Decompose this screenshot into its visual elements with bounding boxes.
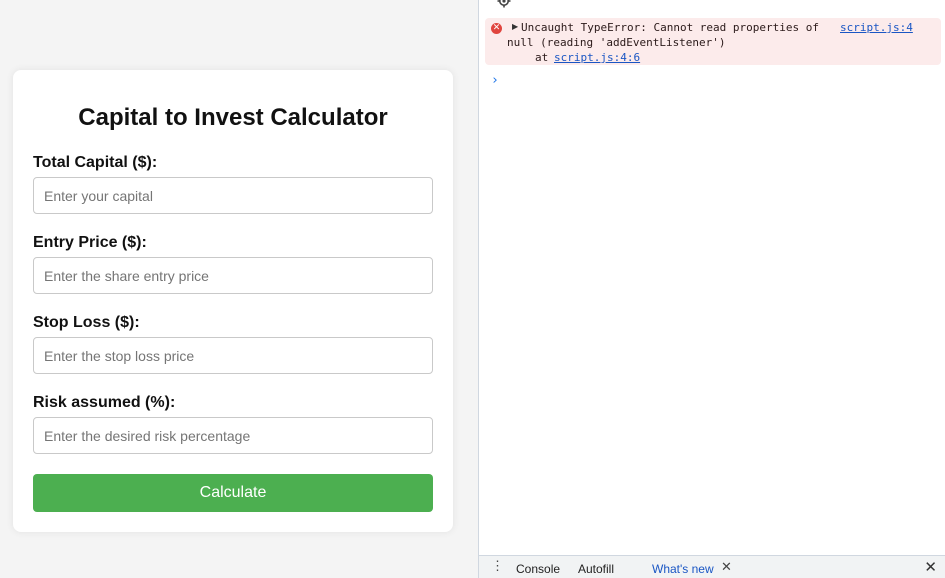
stop-loss-label: Stop Loss ($): bbox=[33, 314, 140, 331]
risk-assumed-label: Risk assumed (%): bbox=[33, 394, 176, 411]
stop-loss-input[interactable] bbox=[33, 337, 433, 374]
console-prompt[interactable]: › bbox=[491, 73, 499, 88]
page-title: Capital to Invest Calculator bbox=[78, 104, 388, 131]
devtools-panel: ✕ ▶ Uncaught TypeError: Cannot read prop… bbox=[478, 0, 945, 578]
error-stack-link[interactable]: script.js:4:6 bbox=[554, 51, 640, 65]
calculator-card: Capital to Invest Calculator Total Capit… bbox=[13, 70, 453, 532]
tab-autofill[interactable]: Autofill bbox=[578, 562, 614, 576]
error-text-line-1: Uncaught TypeError: Cannot read properti… bbox=[521, 21, 820, 34]
calculator-page: Capital to Invest Calculator Total Capit… bbox=[0, 0, 478, 578]
total-capital-input[interactable] bbox=[33, 177, 433, 214]
error-circle-icon: ✕ bbox=[491, 23, 502, 34]
error-source-link[interactable]: script.js:4 bbox=[840, 21, 913, 35]
expand-triangle-icon[interactable]: ▶ bbox=[512, 22, 518, 31]
entry-price-input[interactable] bbox=[33, 257, 433, 294]
error-text-line-2: null (reading 'addEventListener') bbox=[507, 36, 726, 49]
entry-price-label: Entry Price ($): bbox=[33, 234, 147, 251]
drawer-tab-bar: ⋮ Console Autofill What's new ✕ ✕ bbox=[479, 555, 945, 578]
gear-icon[interactable] bbox=[497, 0, 511, 8]
tab-whats-new[interactable]: What's new bbox=[652, 562, 714, 576]
kebab-menu-icon[interactable]: ⋮ bbox=[491, 559, 504, 573]
error-stack-prefix: at bbox=[535, 51, 555, 64]
close-icon[interactable]: ✕ bbox=[924, 558, 937, 576]
close-icon[interactable]: ✕ bbox=[721, 559, 732, 575]
tab-console[interactable]: Console bbox=[516, 562, 560, 576]
calculate-button[interactable]: Calculate bbox=[33, 474, 433, 512]
console-error-message: ✕ ▶ Uncaught TypeError: Cannot read prop… bbox=[485, 18, 941, 65]
total-capital-label: Total Capital ($): bbox=[33, 154, 158, 171]
risk-assumed-input[interactable] bbox=[33, 417, 433, 454]
